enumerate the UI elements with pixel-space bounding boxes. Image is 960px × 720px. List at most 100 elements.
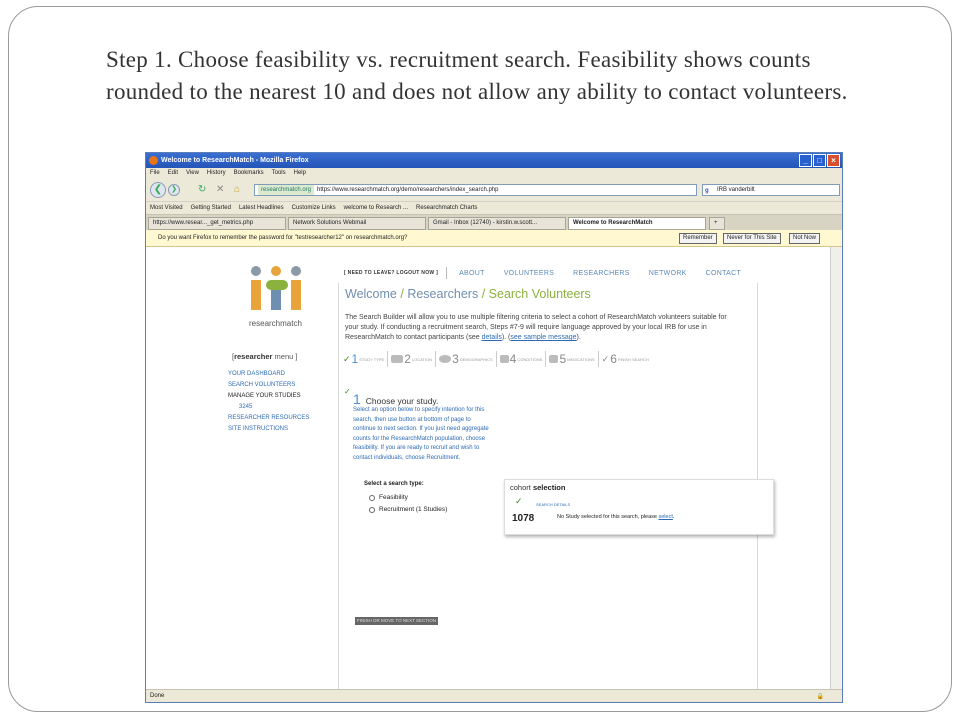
sidebar-item-manage-studies[interactable]: MANAGE YOUR STUDIES [228,391,309,402]
conditions-icon [499,355,509,363]
firefox-icon [149,156,158,165]
bookmark-item[interactable]: Getting Started [191,202,231,214]
step-demographics[interactable]: 3 DEMOGRAPHICS [439,351,497,367]
sidebar-item-site-instructions[interactable]: SITE INSTRUCTIONS [228,424,309,435]
step-heading: ✓ 1 Choose your study. [344,387,439,407]
nav-volunteers[interactable]: VOLUNTEERS [504,270,554,277]
cohort-selection-panel: cohort selection ✓ SEARCH DETAILS 1078 N… [504,479,774,535]
lock-icon: 🔒 [816,694,824,700]
researcher-menu: [researcher menu ] YOUR DASHBOARD SEARCH… [228,351,309,435]
radio-circle[interactable] [369,494,375,501]
intro-paragraph: The Search Builder will allow you to use… [345,314,727,342]
menu-bookmarks[interactable]: Bookmarks [234,168,264,179]
bookmark-item[interactable]: Most Visited [150,202,183,214]
crumb-search-volunteers: Search Volunteers [488,287,591,301]
remember-button[interactable]: Remember [679,233,717,244]
tab-researchmatch[interactable]: Welcome to ResearchMatch [568,217,706,230]
navigation-toolbar: ❮ ❯ ↻ ✕ ⌂ researchmatch.org https://www.r… [146,179,842,201]
google-icon: g [705,188,709,194]
page-viewport: researchmatch [researcher menu ] YOUR DA… [146,247,832,693]
nav-contact[interactable]: CONTACT [706,270,741,277]
logo-text: researchmatch [249,319,302,328]
back-arrow-icon[interactable]: ❮ [150,182,166,198]
logout-link[interactable]: [ NEED TO LEAVE? LOGOUT NOW ] [344,270,438,276]
tab-webmail[interactable]: Network Solutions Webmail [288,217,426,230]
nav-about[interactable]: ABOUT [459,270,485,277]
tab-metrics[interactable]: https://www.resear..._get_metrics.php [148,217,286,230]
step-progress: ✓ 1 STUDY TYPE 2 LOCATION 3 DEMOGRAPHICS 4 CO… [343,351,751,367]
select-study-link[interactable]: select [659,514,673,520]
menu-view[interactable]: View [186,168,199,179]
bookmark-item[interactable]: Researchmatch Charts [416,202,477,214]
top-navigation: [ NEED TO LEAVE? LOGOUT NOW ] ABOUT VOLU… [344,267,760,279]
medications-icon [549,355,559,363]
cohort-count: 1078 [512,513,535,524]
slide-caption: Step 1. Choose feasibility vs. recruitme… [106,47,848,104]
cohort-title: cohort selection [510,483,566,492]
bookmarks-toolbar: Most Visited Getting Started Latest Head… [146,201,842,214]
url-text: https://www.researchmatch.org/demo/resea… [317,187,499,193]
finish-next-section-button[interactable]: FINISH OR MOVE TO NEXT SECTION [355,617,439,625]
password-notification-bar: Do you want Firefox to remember the pass… [146,230,842,247]
menu-bar: File Edit View History Bookmarks Tools H… [146,168,842,179]
status-text: Done [150,693,165,699]
vertical-scrollbar[interactable] [830,247,842,691]
checkmark-icon: ✓ [344,387,351,396]
crumb-researchers[interactable]: Researchers [407,287,478,301]
search-value: IRB vanderbilt [717,187,755,193]
never-for-site-button[interactable]: Never for This Site [723,233,781,244]
minimize-button[interactable]: _ [799,154,812,167]
breadcrumb: Welcome / Researchers / Search Volunteer… [345,287,591,301]
search-details-label: SEARCH DETAILS [536,502,571,507]
sidebar-item-researcher-resources[interactable]: RESEARCHER RESOURCES [228,413,309,424]
site-identity[interactable]: researchmatch.org [258,185,315,195]
reload-icon[interactable]: ↻ [198,184,206,196]
checkmark-icon: ✓ [343,353,351,364]
stop-icon[interactable]: ✕ [216,184,224,196]
sidebar-item-search-volunteers[interactable]: SEARCH VOLUNTEERS [228,380,309,391]
recruitment-radio[interactable]: Recruitment (1 Studies) [369,506,447,513]
sidebar-item-study-3245[interactable]: 3245 [228,402,309,413]
researcher-menu-header: [researcher menu ] [232,352,298,361]
checkmark-icon: ✓ [515,496,523,506]
menu-edit[interactable]: Edit [168,168,178,179]
tab-gmail[interactable]: Gmail - Inbox (12740) - kirstin.w.scott.… [428,217,566,230]
menu-help[interactable]: Help [294,168,306,179]
step-medications[interactable]: 5 MEDICATIONS [549,351,599,367]
window-title: Welcome to ResearchMatch - Mozilla Firef… [161,157,309,164]
menu-tools[interactable]: Tools [272,168,286,179]
menu-history[interactable]: History [207,168,226,179]
checkmark-icon: ✓ [601,353,610,364]
step-location[interactable]: 2 LOCATION [391,351,437,367]
demographics-icon [439,355,452,363]
crumb-welcome[interactable]: Welcome [345,287,397,301]
nav-network[interactable]: NETWORK [649,270,687,277]
sample-message-link[interactable]: see sample message [510,334,576,341]
nav-divider [446,267,448,279]
menu-file[interactable]: File [150,168,160,179]
address-bar[interactable]: researchmatch.org https://www.researchmat… [254,184,697,196]
bookmark-item[interactable]: welcome to Research ... [344,202,408,214]
maximize-button[interactable]: □ [813,154,826,167]
close-button[interactable]: × [827,154,840,167]
home-icon[interactable]: ⌂ [234,184,240,196]
bookmark-item[interactable]: Customize Links [292,202,336,214]
window-titlebar[interactable]: Welcome to ResearchMatch - Mozilla Firef… [146,153,842,168]
not-now-button[interactable]: Not Now [789,233,821,244]
details-link[interactable]: details [482,334,502,341]
step-description: Select an option below to specify intent… [353,407,489,461]
status-bar: Done 🔒 [146,689,842,702]
nav-researchers[interactable]: RESEARCHERS [573,270,630,277]
bookmark-item[interactable]: Latest Headlines [239,202,284,214]
search-type-label: Select a search type: [364,481,424,487]
radio-circle[interactable] [369,506,375,513]
new-tab-button[interactable]: + [709,217,725,230]
step-study-type[interactable]: ✓ 1 STUDY TYPE [343,351,389,367]
search-input[interactable]: g IRB vanderbilt [702,184,840,196]
step-finish-search[interactable]: ✓ 6 FINISH SEARCH [602,351,652,367]
feasibility-radio[interactable]: Feasibility [369,494,408,501]
sidebar-item-dashboard[interactable]: YOUR DASHBOARD [228,369,309,380]
forward-arrow-icon[interactable]: ❯ [168,184,180,196]
step-conditions[interactable]: 4 CONDITIONS [499,351,547,367]
browser-window: Welcome to ResearchMatch - Mozilla Firef… [145,152,843,703]
